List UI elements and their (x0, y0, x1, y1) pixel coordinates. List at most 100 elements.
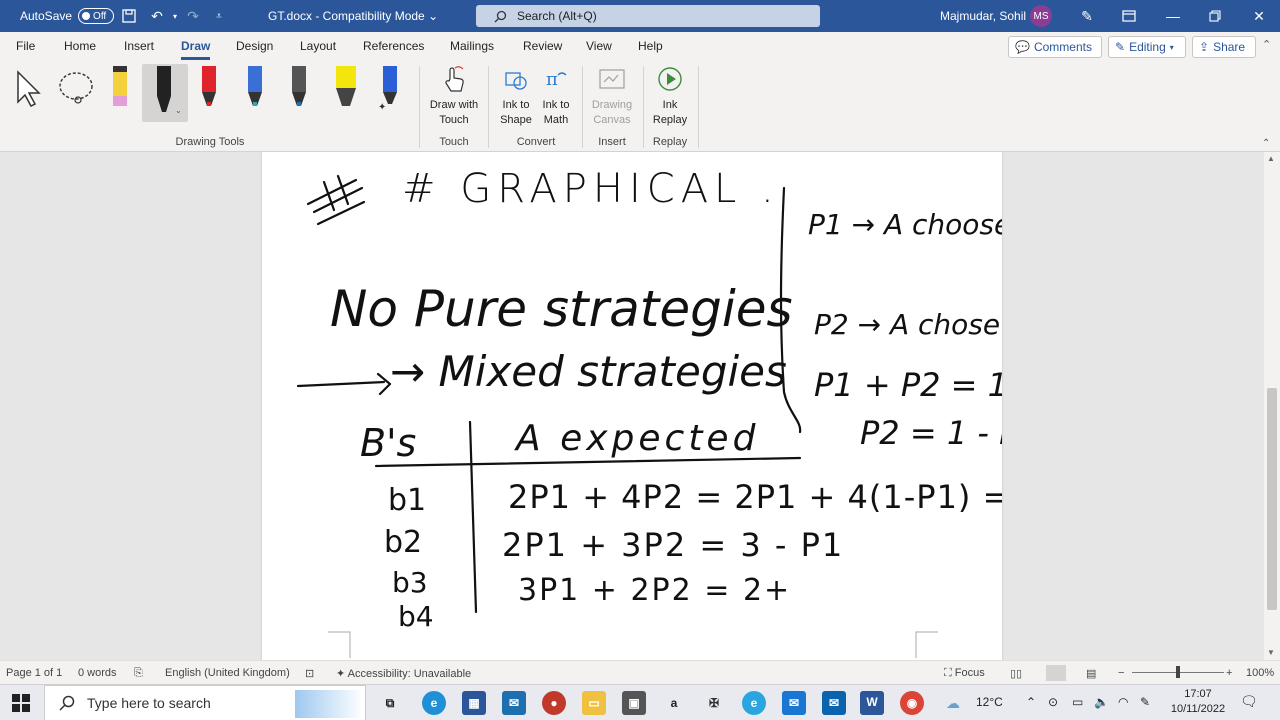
pen-red-icon[interactable] (199, 66, 219, 112)
customize-toolbar-icon[interactable]: ⩡ (210, 7, 228, 25)
weather-icon[interactable]: ☁ (946, 695, 960, 712)
language[interactable]: English (United Kingdom) (165, 667, 290, 679)
word-count[interactable]: 0 words (78, 667, 117, 679)
pen-blue-galaxy-icon[interactable] (245, 66, 265, 112)
chrome-icon[interactable]: ◉ (900, 691, 924, 715)
share-button[interactable]: ⇪ Share (1192, 36, 1256, 58)
accessibility-icon: ✦ (336, 668, 346, 680)
task-view-icon[interactable]: ⧉ (378, 691, 402, 715)
draw-with-touch-button[interactable]: Draw with Touch (424, 64, 484, 128)
volume-icon[interactable]: 🔈 (1094, 695, 1109, 709)
undo-icon[interactable]: ↶ (148, 7, 166, 25)
drawing-canvas-button[interactable]: Drawing Canvas (586, 64, 638, 128)
tab-file[interactable]: File (16, 39, 35, 53)
word-icon[interactable]: W (860, 691, 884, 715)
tab-design[interactable]: Design (236, 39, 273, 53)
taskbar-search[interactable]: Type here to search (44, 685, 366, 720)
action-pen-icon[interactable]: ✦ (378, 66, 398, 113)
accessibility-status[interactable]: ✦ Accessibility: Unavailable (336, 667, 471, 680)
ink-drawing[interactable]: # GRAPHICAL . No Pure strategies → Mixed… (262, 152, 1002, 660)
comments-button[interactable]: 💬 Comments (1008, 36, 1102, 58)
file-explorer-icon[interactable]: ▭ (582, 691, 606, 715)
avatar[interactable]: MS (1030, 5, 1052, 27)
pen-options-chevron-icon[interactable]: ⌄ (175, 106, 182, 115)
zoom-slider-thumb[interactable] (1176, 666, 1180, 678)
save-icon[interactable] (120, 7, 138, 25)
document-title[interactable]: GT.docx - Compatibility Mode ⌄ (268, 9, 438, 23)
select-cursor-icon[interactable] (14, 68, 44, 111)
title-bar: AutoSave Off ↶ ▾ ↷ ⩡ GT.docx - Compatibi… (0, 0, 1280, 32)
redo-icon[interactable]: ↷ (184, 7, 202, 25)
ink-to-math-icon: π (541, 64, 571, 94)
focus-button[interactable]: ⛶ Focus (944, 667, 985, 680)
tab-layout[interactable]: Layout (300, 39, 336, 53)
read-mode-icon[interactable]: ▯▯ (1010, 667, 1022, 680)
scroll-up-icon[interactable]: ▲ (1267, 154, 1275, 163)
tab-view[interactable]: View (586, 39, 612, 53)
user-name[interactable]: Majmudar, Sohil (940, 9, 1026, 23)
zoom-level[interactable]: 100% (1246, 667, 1274, 679)
notification-icon[interactable]: 🗨 (1240, 693, 1258, 710)
zoom-out-icon[interactable]: − (1118, 667, 1124, 679)
weather-temp[interactable]: 12°C (976, 695, 1003, 709)
proofing-icon[interactable]: ⎘ (134, 667, 143, 680)
vertical-scrollbar[interactable]: ▲ ▼ (1264, 152, 1280, 660)
search-box[interactable]: Search (Alt+Q) (476, 5, 820, 27)
edge-icon[interactable]: e (422, 691, 446, 715)
tab-references[interactable]: References (363, 39, 424, 53)
pen-settings-icon[interactable]: ✎ (1078, 7, 1096, 25)
insert-group-label: Insert (598, 136, 626, 148)
restore-icon[interactable] (1206, 7, 1224, 25)
hash-mark (306, 174, 366, 226)
print-layout-icon[interactable] (1046, 665, 1066, 681)
app-red-icon[interactable]: ● (542, 691, 566, 715)
tab-review[interactable]: Review (523, 39, 562, 53)
minimize-icon[interactable]: — (1164, 7, 1182, 25)
app-tools-icon[interactable]: ✠ (702, 691, 726, 715)
document-page[interactable]: # GRAPHICAL . No Pure strategies → Mixed… (262, 152, 1002, 660)
ribbon-display-icon[interactable] (1120, 7, 1138, 25)
wifi-icon[interactable]: ◠ (1118, 695, 1128, 709)
tab-insert[interactable]: Insert (124, 39, 154, 53)
undo-dropdown-icon[interactable]: ▾ (166, 7, 184, 25)
highlighter-yellow-icon[interactable] (334, 66, 356, 112)
touch-group-label: Touch (439, 136, 469, 148)
tab-help[interactable]: Help (638, 39, 663, 53)
autosave-toggle[interactable]: AutoSave Off (20, 8, 115, 24)
ink-replay-button[interactable]: Ink Replay (648, 64, 692, 128)
ie-icon[interactable]: e (742, 691, 766, 715)
macro-icon[interactable]: ⊡ (305, 667, 314, 680)
app-gray-icon[interactable]: ▣ (622, 691, 646, 715)
zoom-in-icon[interactable]: + (1226, 667, 1232, 679)
ink-to-math-button[interactable]: π Ink to Math (536, 64, 576, 128)
store-icon[interactable]: ▦ (462, 691, 486, 715)
pen-black-icon[interactable] (154, 66, 174, 112)
editing-button[interactable]: ✎ Editing ▾ (1108, 36, 1186, 58)
battery-icon[interactable]: ▭ (1072, 695, 1083, 709)
collapse-ribbon-icon[interactable]: ⌃ (1262, 138, 1270, 149)
page-count[interactable]: Page 1 of 1 (6, 667, 62, 679)
close-icon[interactable]: ✕ (1250, 7, 1268, 25)
tray-meet-icon[interactable]: ⊙ (1048, 695, 1058, 709)
app-icon[interactable]: ✉ (502, 691, 526, 715)
scroll-down-icon[interactable]: ▼ (1267, 648, 1275, 657)
mail-icon[interactable]: ✉ (782, 691, 806, 715)
pen-tray-icon[interactable]: ✎ (1140, 695, 1150, 709)
scroll-thumb[interactable] (1267, 388, 1277, 610)
outlook-icon[interactable]: ✉ (822, 691, 846, 715)
lasso-select-icon[interactable] (56, 68, 98, 111)
more-options-icon[interactable]: ⌃ (1262, 38, 1271, 51)
pen-gray-icon[interactable] (289, 66, 309, 112)
ink-row-expr: 3P1 + 2P2 = 2+ (518, 573, 791, 608)
tab-home[interactable]: Home (64, 39, 96, 53)
tray-chevron-icon[interactable]: ⌃ (1026, 695, 1036, 709)
clock[interactable]: 17:07 10/11/2022 (1166, 687, 1230, 717)
highlighter-pink-icon[interactable] (110, 66, 130, 112)
tab-draw[interactable]: Draw (181, 39, 211, 60)
windows-start-icon[interactable] (12, 694, 30, 715)
autosave-switch[interactable]: Off (78, 8, 115, 24)
tab-mailings[interactable]: Mailings (450, 39, 494, 53)
ink-to-shape-button[interactable]: Ink to Shape (496, 64, 536, 128)
amazon-icon[interactable]: a (662, 691, 686, 715)
web-layout-icon[interactable]: ▤ (1086, 667, 1096, 680)
